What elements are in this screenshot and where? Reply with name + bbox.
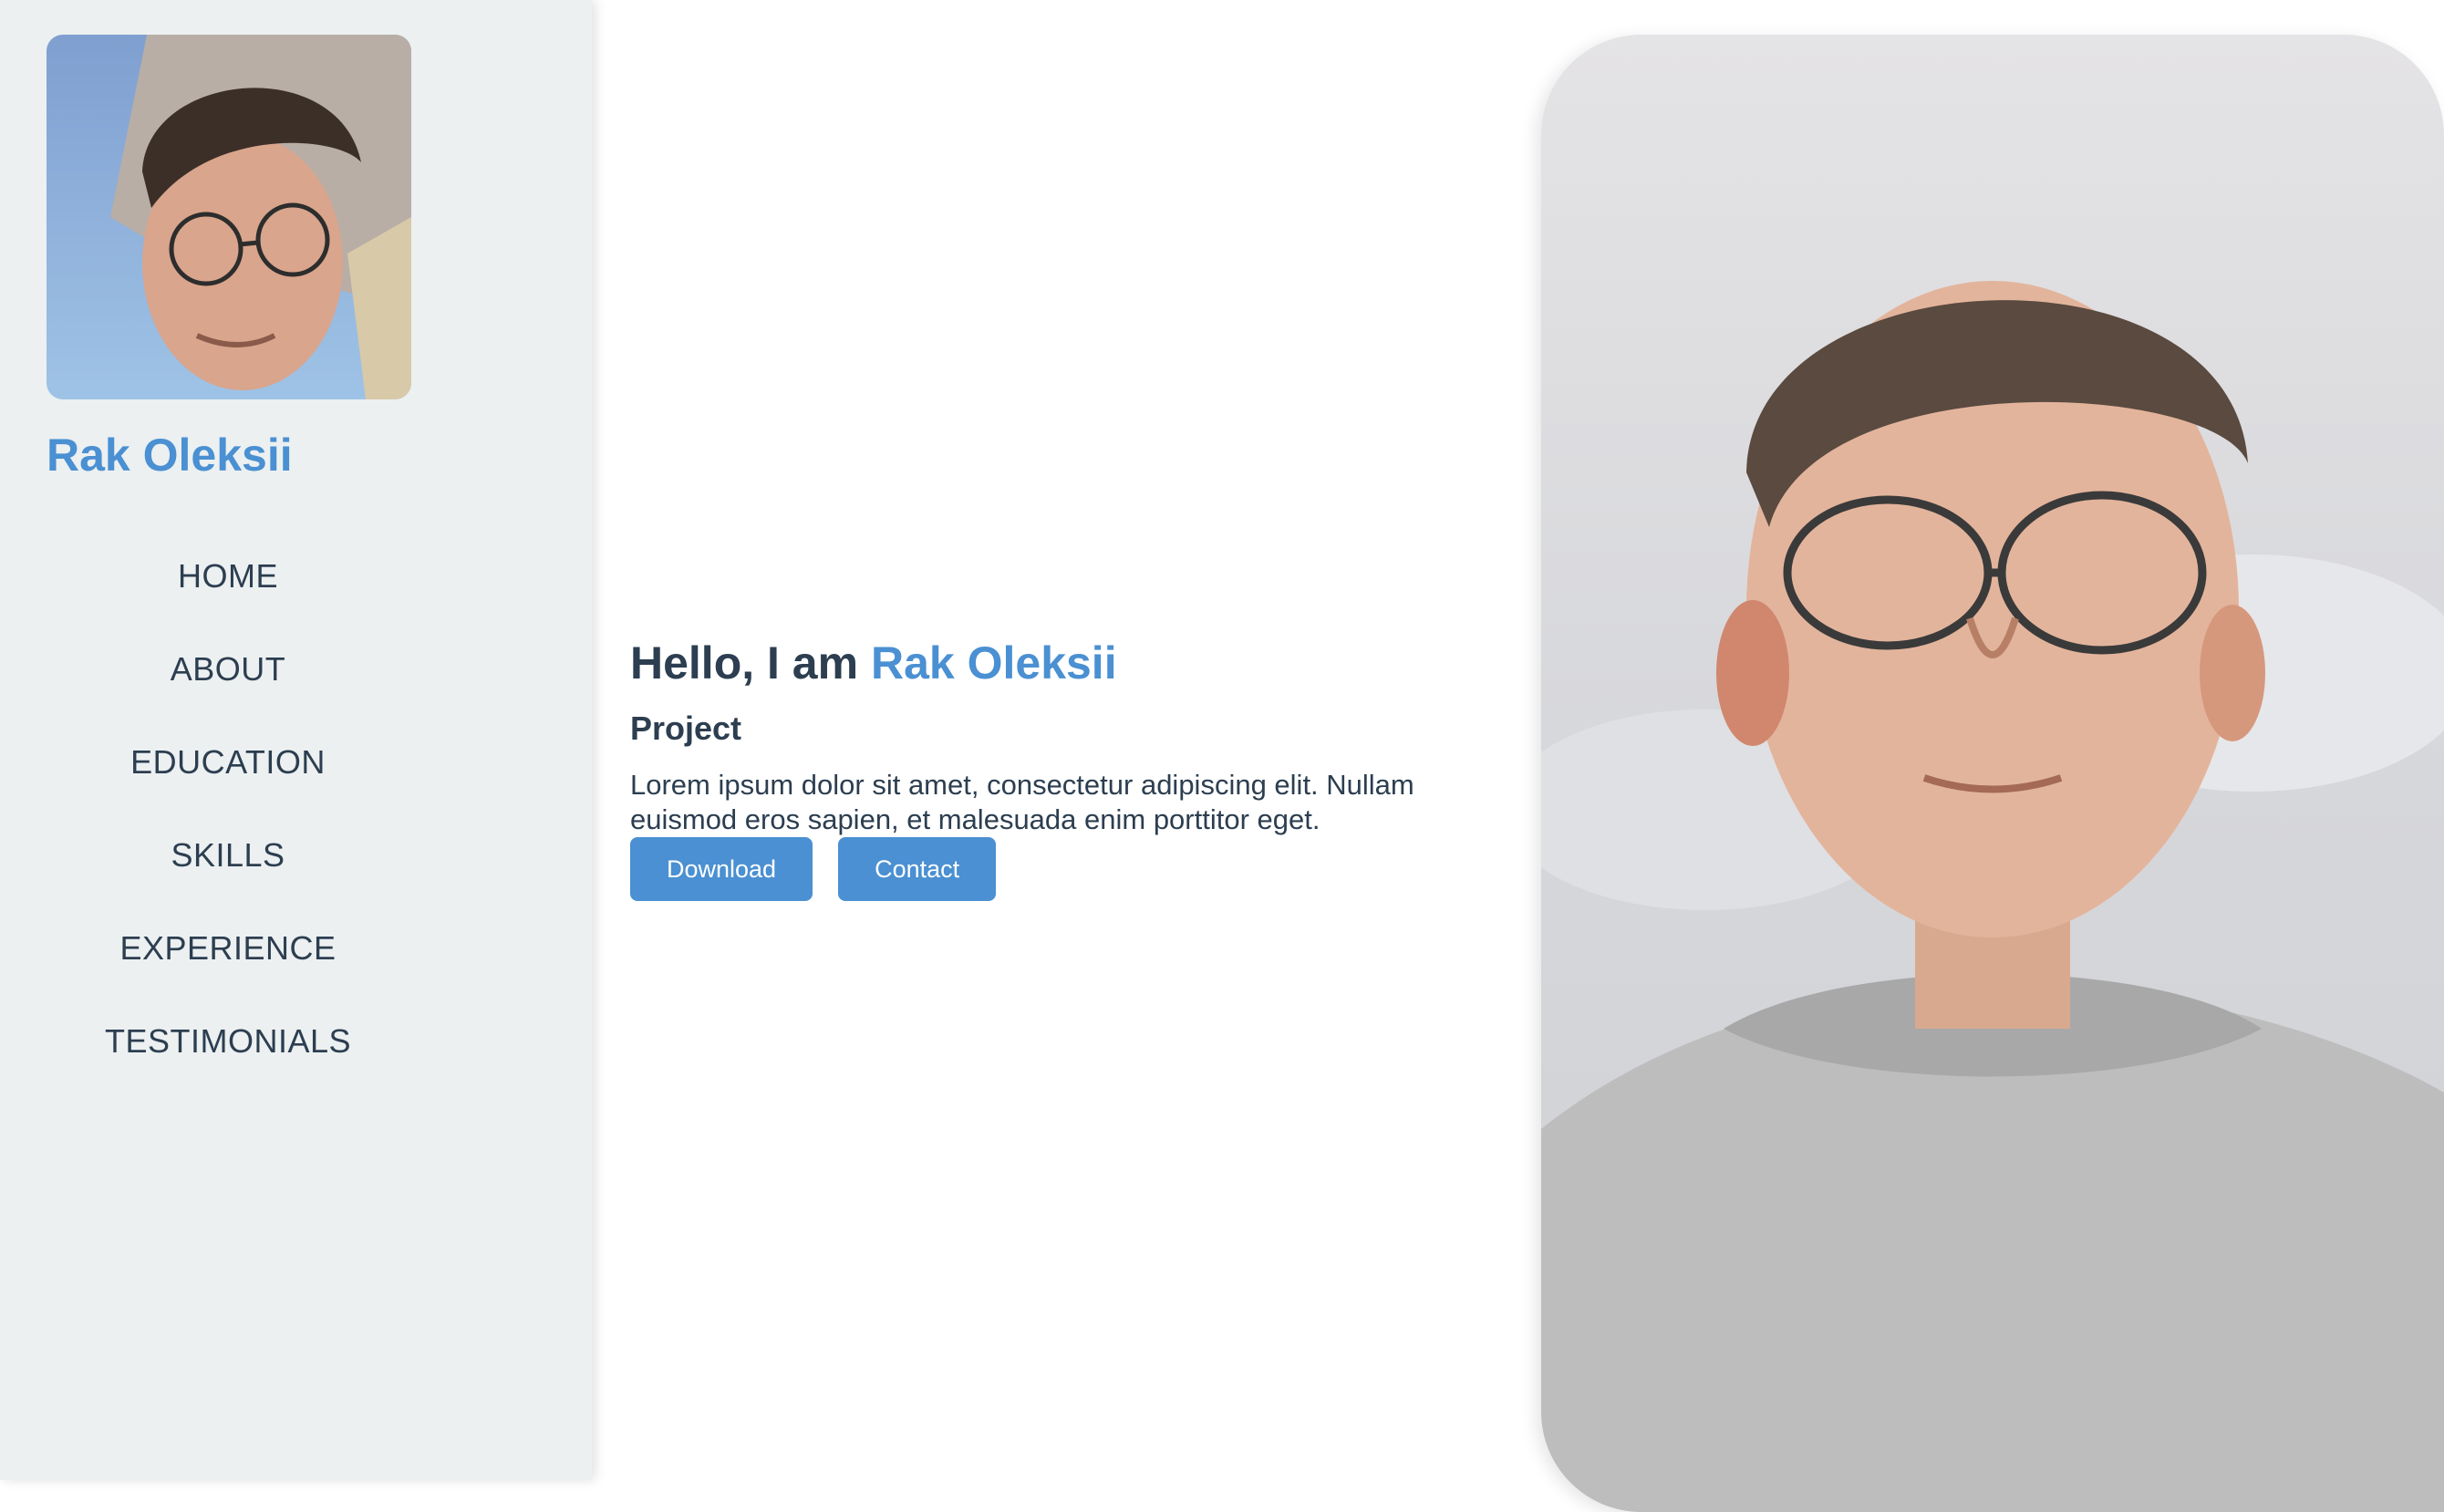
hero-name: Rak Oleksii bbox=[870, 637, 1117, 689]
main-nav: HOME ABOUT EDUCATION SKILLS EXPERIENCE T… bbox=[0, 545, 456, 1103]
contact-button[interactable]: Contact bbox=[838, 837, 997, 901]
hero-description: Lorem ipsum dolor sit amet, consectetur … bbox=[630, 769, 1414, 835]
sidebar: Rak Oleksii HOME ABOUT EDUCATION SKILLS … bbox=[0, 0, 592, 1480]
hero-photo-image bbox=[1541, 35, 2444, 1512]
avatar bbox=[47, 35, 411, 399]
hero-buttons: Download Contact bbox=[630, 837, 1469, 901]
nav-item-education[interactable]: EDUCATION bbox=[0, 731, 456, 824]
nav-item-skills[interactable]: SKILLS bbox=[0, 824, 456, 917]
nav-item-experience[interactable]: EXPERIENCE bbox=[0, 917, 456, 1010]
nav-item-about[interactable]: ABOUT bbox=[0, 638, 456, 731]
nav-item-testimonials[interactable]: TESTIMONIALS bbox=[0, 1010, 456, 1103]
hero-section: Hello, I am Rak Oleksii Project Lorem ip… bbox=[630, 629, 1469, 901]
download-button[interactable]: Download bbox=[630, 837, 813, 901]
hero-greeting: Hello, I am bbox=[630, 637, 859, 689]
hero-subtitle: Project bbox=[630, 709, 742, 747]
avatar-image bbox=[47, 35, 411, 399]
hero-photo bbox=[1541, 35, 2444, 1512]
nav-item-home[interactable]: HOME bbox=[0, 545, 456, 638]
hero-heading: Hello, I am Rak Oleksii bbox=[630, 629, 1469, 697]
site-name[interactable]: Rak Oleksii bbox=[47, 429, 293, 482]
